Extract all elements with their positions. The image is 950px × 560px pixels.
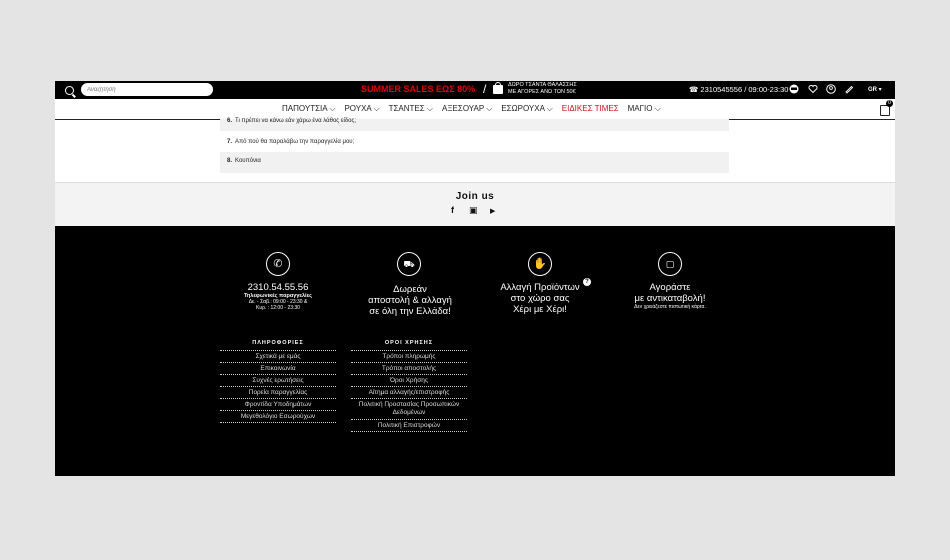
faq-item[interactable]: 6. Τι πρέπει να κάνω εάν χάρω ένα λάθος ε… (220, 118, 729, 131)
feature-cod: Αγοράστε με αντικαταβολή! Δεν χρειάζεστε… (615, 282, 725, 310)
footer-link[interactable]: Σχετικά με εμάς (220, 350, 336, 362)
nav-item-accessories[interactable]: ΑΞΕΣΟΥΑΡ ⌵ (442, 104, 492, 114)
feature-shipping: Δωρεάν αποστολή & αλλαγή σε όλη την Ελλά… (355, 284, 465, 317)
join-us-title: Join us (455, 191, 495, 202)
nav-item-shoes[interactable]: ΠΑΠΟΥΤΣΙΑ ⌵ (282, 104, 335, 114)
footer-col-terms-title: ΟΡΟΙ ΧΡΗΣΗΣ (384, 340, 434, 346)
phone-icon: ✆ (266, 252, 290, 276)
language-selector[interactable]: GR ▾ (868, 86, 882, 93)
feature-phone-number[interactable]: 2310.54.55.56 (230, 282, 326, 293)
footer-col-info-title: ΠΛΗΡΟΦΟΡΙΕΣ (252, 340, 304, 346)
footer-link[interactable]: Τρόποι πληρωμής (351, 350, 467, 362)
heart-icon[interactable] (808, 84, 818, 94)
handshake-icon: ✋ (528, 252, 552, 276)
feature-exchange: Αλλαγή Προϊόντων στο χώρο σας Χέρι με Χέ… (485, 282, 595, 315)
nav-menu: ΠΑΠΟΥΤΣΙΑ ⌵ ΡΟΥΧΑ ⌵ ΤΣΑΝΤΕΣ ⌵ ΑΞΕΣΟΥΑΡ ⌵… (282, 104, 661, 114)
faq-question: Από πού θα παραλάβω την παραγγελία μου; (235, 139, 355, 145)
gift-promo-line2: ΜΕ ΑΓΟΡΕΣ ΑΝΩ ΤΩΝ 50€ (508, 88, 576, 95)
nav-item-special-prices[interactable]: ΕΙΔΙΚΕΣ ΤΙΜΕΣ (562, 104, 619, 114)
card-crossed-icon: ▢ (658, 252, 682, 276)
summer-sales-promo[interactable]: SUMMER SALES ΕΩΣ 80% (361, 84, 475, 94)
feature-phone: 2310.54.55.56 Τηλεφωνικές παραγγελίες Δε… (230, 282, 326, 311)
footer-link[interactable]: Συχνές ερωτήσεις (220, 374, 336, 386)
user-icon[interactable] (826, 84, 836, 94)
instagram-icon[interactable]: ▣ (469, 205, 478, 216)
feature-shipping-line3: σε όλη την Ελλάδα! (369, 306, 451, 317)
footer-col-terms: Τρόποι πληρωμής Τρόποι αποστολής Όροι Χρ… (351, 350, 467, 432)
cart-count-badge: 0 (886, 100, 893, 107)
faq-question: Κουπόνια (235, 158, 261, 164)
faq-item[interactable]: 7. Από πού θα παραλάβω την παραγγελία μου… (220, 133, 729, 150)
faq-number: 6. (227, 118, 233, 124)
pen-icon[interactable] (844, 84, 854, 94)
footer-link[interactable]: Τρόποι αποστολής (351, 362, 467, 374)
shopping-bag-icon (493, 82, 503, 94)
footer-link[interactable]: Πολιτική Προστασίας Προσωπικών Δεδομένων (351, 398, 467, 419)
footer-link[interactable]: Αίτημα αλλαγής/επιστροφής (351, 386, 467, 398)
delivery-icon[interactable] (789, 84, 799, 94)
top-bar: SUMMER SALES ΕΩΣ 80% / ΔΩΡΟ ΤΣΑΝΤΑ ΘΑΛΑΣ… (55, 81, 895, 99)
feature-exchange-line1: Αλλαγή Προϊόντων (500, 282, 580, 293)
promo-separator: / (483, 82, 487, 96)
browser-page: SUMMER SALES ΕΩΣ 80% / ΔΩΡΟ ΤΣΑΝΤΑ ΘΑΛΑΣ… (55, 81, 895, 476)
truck-icon: ⛟ (397, 252, 421, 276)
nav-item-underwear[interactable]: ΕΣΩΡΟΥΧΑ ⌵ (501, 104, 552, 114)
feature-phone-hours-sunday: Κυρ. : 12:00 - 23:30 (256, 305, 300, 311)
feature-cod-note: Δεν χρειάζεστε πιστωτική κάρτα. (634, 304, 706, 310)
feature-shipping-line1: Δωρεάν (393, 284, 427, 295)
feature-exchange-line2: στο χώρο σας (510, 293, 570, 304)
gift-promo-line1: ΔΩΡΟ ΤΣΑΝΤΑ ΘΑΛΑΣΣΗΣ (508, 82, 577, 88)
search-icon[interactable] (65, 86, 74, 95)
youtube-icon[interactable]: ▶ (490, 207, 495, 215)
main-nav: ΠΑΠΟΥΤΣΙΑ ⌵ ΡΟΥΧΑ ⌵ ΤΣΑΝΤΕΣ ⌵ ΑΞΕΣΟΥΑΡ ⌵… (55, 99, 895, 120)
nav-item-swimwear[interactable]: ΜΑΓΙΟ ⌵ (628, 104, 661, 114)
join-us-section: Join us f ▣ ▶ (55, 182, 895, 227)
help-icon[interactable]: ? (583, 278, 591, 286)
footer-link[interactable]: Πολιτική Επιστροφών (351, 419, 467, 432)
footer-link[interactable]: Πορεία παραγγελίας (220, 386, 336, 398)
footer-link[interactable]: Φροντίδα Υποδημάτων (220, 398, 336, 410)
footer-link[interactable]: Μεγεθολόγιο Εσωρούχων (220, 410, 336, 423)
feature-exchange-line3: Χέρι με Χέρι! (513, 304, 567, 315)
faq-question: Τι πρέπει να κάνω εάν χάρω ένα λάθος είδ… (235, 118, 357, 124)
footer: ✆ 2310.54.55.56 Τηλεφωνικές παραγγελίες … (55, 226, 895, 476)
faq-number: 7. (227, 139, 233, 145)
nav-item-clothing[interactable]: ΡΟΥΧΑ ⌵ (344, 104, 379, 114)
phone-info[interactable]: ☎ 2310545556 / 09:00-23:30 (689, 85, 788, 94)
footer-col-info: Σχετικά με εμάς Επικοινωνία Συχνές ερωτή… (220, 350, 336, 423)
search-input[interactable] (81, 83, 213, 96)
feature-cod-line1: Αγοράστε (649, 282, 691, 293)
nav-item-bags[interactable]: ΤΣΑΝΤΕΣ ⌵ (389, 104, 433, 114)
faq-number: 8. (227, 158, 233, 164)
gift-promo[interactable]: ΔΩΡΟ ΤΣΑΝΤΑ ΘΑΛΑΣΣΗΣ ΜΕ ΑΓΟΡΕΣ ΑΝΩ ΤΩΝ 5… (508, 82, 577, 95)
footer-link[interactable]: Επικοινωνία (220, 362, 336, 374)
faq-item[interactable]: 8. Κουπόνια (220, 152, 729, 173)
facebook-icon[interactable]: f (451, 205, 454, 215)
feature-cod-line2: με αντικαταβολή! (634, 293, 706, 304)
feature-shipping-line2: αποστολή & αλλαγή (368, 295, 452, 306)
footer-link[interactable]: Όροι Χρήσης (351, 374, 467, 386)
